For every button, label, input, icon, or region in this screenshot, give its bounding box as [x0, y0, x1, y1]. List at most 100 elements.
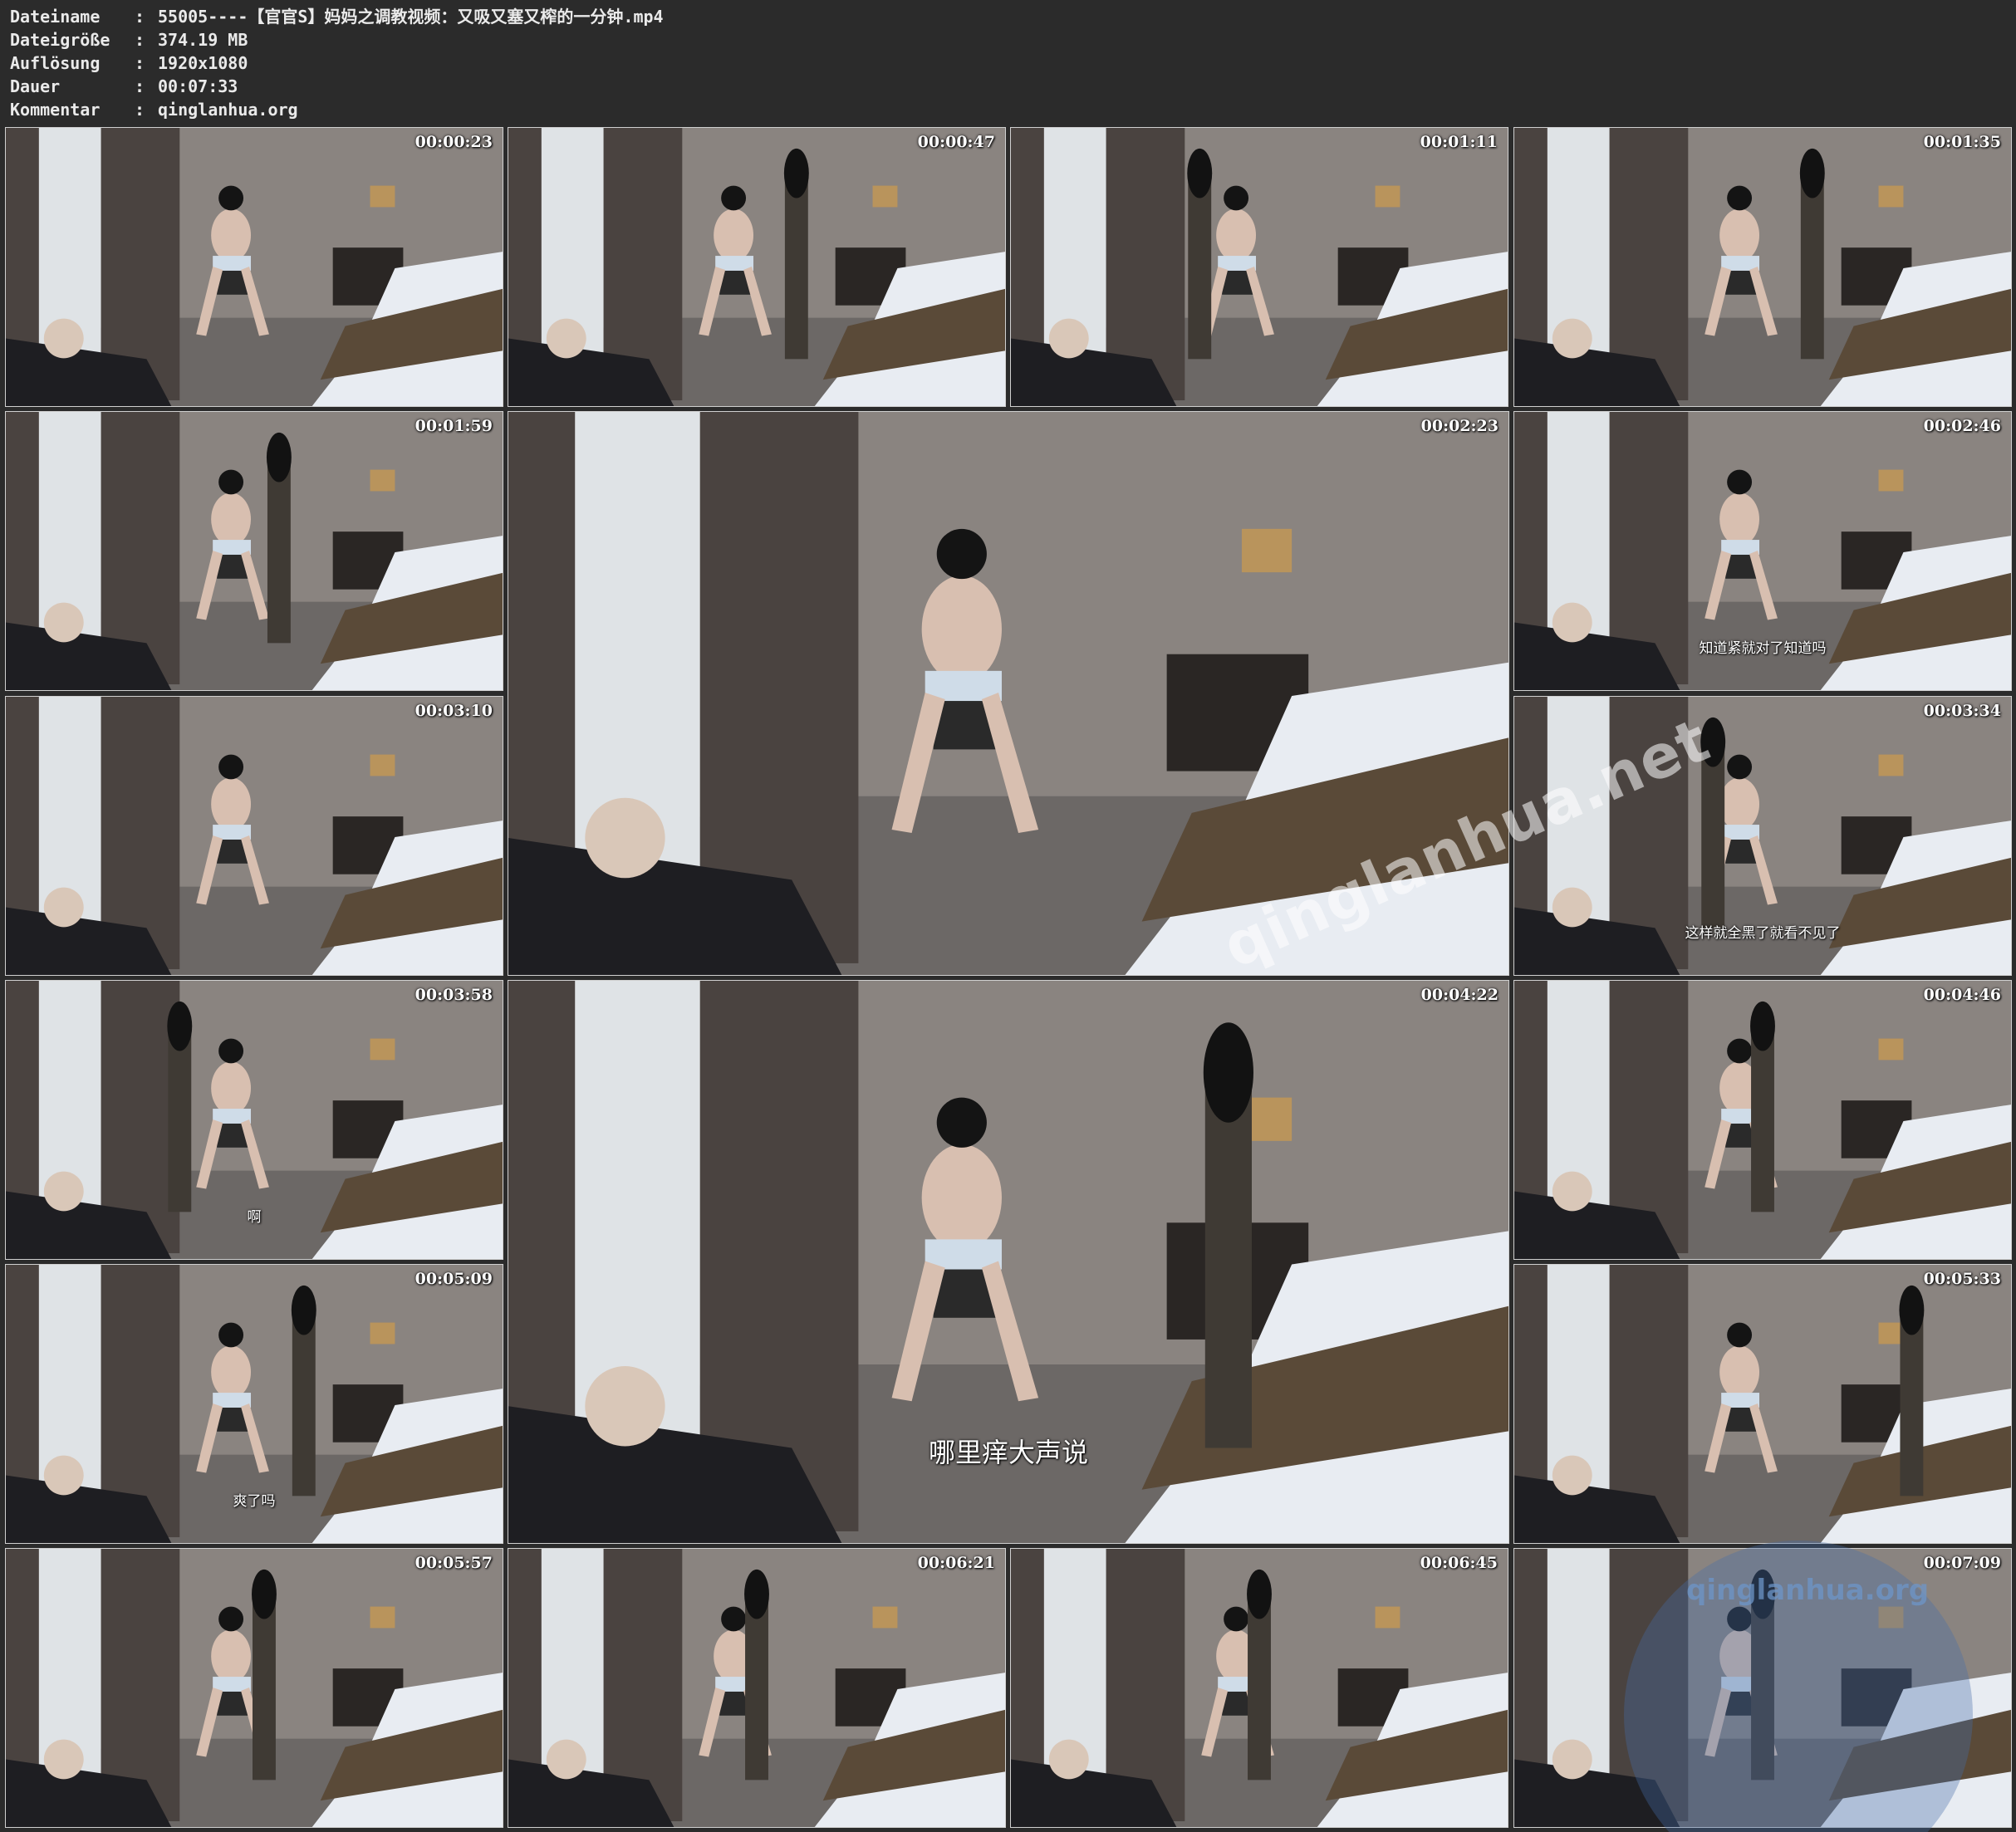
- frame-timestamp: 00:01:59: [414, 417, 493, 435]
- cup: [1552, 1171, 1592, 1212]
- woman-hair: [1799, 148, 1825, 198]
- duration-value: 00:07:33: [158, 76, 238, 96]
- frame-subtitle: 爽了吗: [233, 1493, 276, 1510]
- frame-timestamp: 00:02:23: [1420, 417, 1499, 435]
- video-frame-thumbnail[interactable]: 00:00:23: [5, 127, 503, 407]
- man-torso: [921, 1144, 1002, 1252]
- mask: [1727, 1038, 1753, 1064]
- video-frame-thumbnail[interactable]: 00:03:34 这样就全黑了就看不见了: [1513, 696, 2012, 976]
- lamp: [370, 469, 395, 492]
- frame-image: [508, 1549, 1005, 1827]
- lamp: [370, 754, 395, 776]
- lamp: [1375, 1606, 1400, 1629]
- corner-watermark-text: qinglanhua.org: [1686, 1574, 1930, 1607]
- man-torso: [211, 1345, 252, 1399]
- frame-image: [6, 1549, 503, 1827]
- filename-label: Dateiname: [10, 7, 101, 27]
- separator: :: [135, 53, 145, 73]
- man-torso: [1719, 777, 1760, 831]
- man-torso: [211, 777, 252, 831]
- cup: [43, 602, 84, 643]
- lamp: [1878, 754, 1904, 776]
- frame-timestamp: 00:03:10: [414, 702, 493, 720]
- contact-sheet: Dateiname : 55005----【官官S】妈妈之调教视频：又吸又塞又榨…: [0, 0, 2016, 1832]
- frame-subtitle: 知道紧就对了知道吗: [1699, 640, 1827, 657]
- separator: :: [135, 7, 145, 27]
- man-torso: [714, 208, 754, 262]
- man-torso: [1719, 208, 1760, 262]
- woman-hair: [266, 432, 292, 482]
- frame-timestamp: 00:05:09: [414, 1270, 493, 1288]
- woman-hair: [744, 1569, 769, 1619]
- video-frame-thumbnail[interactable]: 00:05:57: [5, 1548, 503, 1828]
- frame-timestamp: 00:07:09: [1923, 1554, 2001, 1572]
- mask: [218, 1038, 244, 1064]
- lamp: [1878, 1038, 1904, 1061]
- frame-timestamp: 00:02:46: [1923, 417, 2001, 435]
- mask: [721, 1606, 747, 1632]
- frame-image: [508, 128, 1005, 406]
- frame-timestamp: 00:05:57: [414, 1554, 493, 1572]
- mask: [218, 469, 244, 495]
- mask: [218, 754, 244, 780]
- comment-value: qinglanhua.org: [158, 100, 298, 120]
- frame-image: [1514, 981, 2011, 1259]
- mask: [1727, 469, 1753, 495]
- frame-timestamp: 00:06:45: [1420, 1554, 1498, 1572]
- frame-timestamp: 00:01:35: [1923, 133, 2001, 151]
- lamp: [370, 1038, 395, 1061]
- frame-subtitle: 啊: [247, 1209, 262, 1226]
- woman-hair: [1187, 148, 1213, 198]
- cup: [43, 1739, 84, 1780]
- woman-hair: [252, 1569, 277, 1619]
- cup: [1048, 318, 1089, 359]
- man-torso: [1719, 492, 1760, 546]
- mask: [218, 185, 244, 211]
- woman-hair: [783, 148, 809, 198]
- video-frame-thumbnail[interactable]: 00:05:09 爽了吗: [5, 1264, 503, 1544]
- video-frame-thumbnail[interactable]: 00:06:21: [508, 1548, 1006, 1828]
- frame-image: [1011, 1549, 1508, 1827]
- video-frame-thumbnail[interactable]: 00:03:58 啊: [5, 980, 503, 1260]
- lamp: [1878, 1322, 1904, 1345]
- resolution-label: Auflösung: [10, 53, 101, 73]
- resolution-row: Auflösung : 1920x1080: [10, 51, 664, 75]
- video-frame-thumbnail[interactable]: 00:00:47: [508, 127, 1006, 407]
- filesize-row: Dateigröße : 374.19 MB: [10, 28, 664, 51]
- mask: [218, 1322, 244, 1348]
- video-frame-thumbnail[interactable]: 00:01:35: [1513, 127, 2012, 407]
- man-torso: [211, 1061, 252, 1115]
- cup: [43, 887, 84, 928]
- lamp: [872, 185, 898, 208]
- frame-timestamp: 00:04:22: [1420, 986, 1499, 1004]
- frame-timestamp: 00:05:33: [1923, 1270, 2001, 1288]
- man-torso: [1216, 208, 1257, 262]
- mask: [218, 1606, 244, 1632]
- video-frame-thumbnail[interactable]: 00:01:59: [5, 411, 503, 691]
- woman-hair: [291, 1285, 316, 1335]
- cup: [585, 797, 665, 879]
- video-frame-thumbnail[interactable]: 00:06:45: [1010, 1548, 1508, 1828]
- mask: [1727, 754, 1753, 780]
- lamp: [1878, 185, 1904, 208]
- video-frame-thumbnail[interactable]: 00:02:46 知道紧就对了知道吗: [1513, 411, 2012, 691]
- lamp: [1375, 185, 1400, 208]
- frame-image: [1514, 128, 2011, 406]
- filesize-value: 374.19 MB: [158, 30, 248, 50]
- frame-timestamp: 00:04:46: [1923, 986, 2001, 1004]
- video-frame-thumbnail[interactable]: 00:05:33: [1513, 1264, 2012, 1544]
- cup: [1552, 1455, 1592, 1496]
- woman-hair: [1203, 1022, 1253, 1123]
- filename-value: 55005----【官官S】妈妈之调教视频：又吸又塞又榨的一分钟.mp4: [158, 7, 664, 27]
- frame-timestamp: 00:03:34: [1923, 702, 2001, 720]
- woman-hair: [1899, 1285, 1925, 1335]
- frame-image: [6, 128, 503, 406]
- separator: :: [135, 30, 145, 50]
- frame-image: [1011, 128, 1508, 406]
- video-frame-thumbnail[interactable]: 00:03:10: [5, 696, 503, 976]
- separator: :: [135, 100, 145, 120]
- video-frame-thumbnail[interactable]: 00:04:22 哪里痒大声说: [508, 980, 1509, 1544]
- video-frame-thumbnail[interactable]: 00:01:11: [1010, 127, 1508, 407]
- cup: [1048, 1739, 1089, 1780]
- video-frame-thumbnail[interactable]: 00:04:46: [1513, 980, 2012, 1260]
